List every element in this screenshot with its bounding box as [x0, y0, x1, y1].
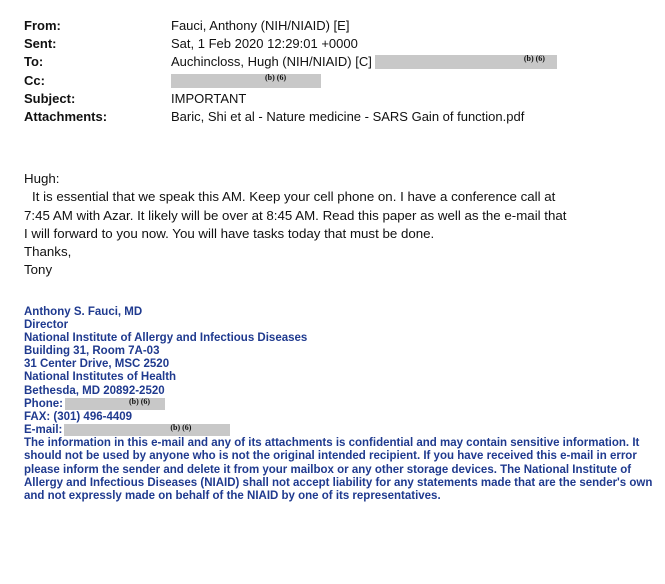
email-redaction-code: (b) (6) [170, 423, 192, 433]
body-line-3: I will forward to you now. You will have… [24, 225, 435, 241]
cc-label: Cc: [24, 72, 45, 88]
sent-row: Sent: Sat, 1 Feb 2020 12:29:01 +0000 [24, 35, 644, 53]
sent-value: Sat, 1 Feb 2020 12:29:01 +0000 [171, 36, 358, 52]
from-label: From: [24, 18, 61, 34]
sig-title: Director [24, 319, 69, 332]
sig-institute: National Institute of Allergy and Infect… [24, 332, 308, 345]
to-row: To: Auchincloss, Hugh (NIH/NIAID) [C] (b… [24, 53, 644, 71]
sig-email-row: E-mail: (b) (6) [24, 423, 654, 437]
cc-redaction-code: (b) (6) [265, 72, 287, 82]
attachments-label: Attachments: [24, 109, 108, 125]
attachments-row: Attachments: Baric, Shi et al - Nature m… [24, 108, 644, 126]
cc-value-wrap: (b) (6) [171, 72, 321, 88]
subject-label: Subject: [24, 90, 76, 106]
from-value: Fauci, Anthony (NIH/NIAID) [E] [171, 18, 350, 34]
to-redaction-code: (b) (6) [523, 54, 545, 64]
closing: Thanks, [24, 244, 72, 260]
cc-row: Cc: (b) (6) [24, 72, 644, 90]
cc-redaction-box: (b) (6) [171, 72, 321, 88]
sig-email-label: E-mail: [24, 423, 63, 436]
sig-org: National Institutes of Health [24, 371, 177, 384]
sig-name: Anthony S. Fauci, MD [24, 306, 143, 318]
from-row: From: Fauci, Anthony (NIH/NIAID) [E] [24, 17, 644, 35]
attachment-link[interactable]: Baric, Shi et al - Nature medicine - SAR… [171, 108, 524, 126]
signoff: Tony [24, 262, 53, 278]
body-line-1: It is essential that we speak this AM. K… [32, 189, 556, 205]
sig-building: Building 31, Room 7A-03 [24, 345, 160, 358]
confidentiality-disclaimer: The information in this e-mail and any o… [24, 436, 653, 503]
sig-phone-row: Phone: (b) (6) [24, 397, 654, 411]
sig-phone-label: Phone: [24, 397, 63, 410]
sig-city: Bethesda, MD 20892-2520 [24, 384, 165, 397]
sig-fax: FAX: (301) 496-4409 [24, 410, 133, 423]
email-body: Hugh: It is essential that we speak this… [24, 170, 654, 280]
phone-redaction-box: (b) (6) [64, 397, 165, 411]
email-document: From: Fauci, Anthony (NIH/NIAID) [E] Sen… [0, 0, 665, 584]
phone-redaction-code: (b) (6) [128, 397, 151, 407]
body-line-2: 7:45 AM with Azar. It likely will be ove… [24, 207, 567, 223]
to-label: To: [24, 54, 44, 70]
email-redaction-box: (b) (6) [64, 423, 231, 437]
email-signature: Anthony S. Fauci, MD Director National I… [24, 306, 654, 503]
sig-street: 31 Center Drive, MSC 2520 [24, 358, 170, 371]
greeting: Hugh: [24, 171, 60, 186]
to-redaction-box: (b) (6) [374, 54, 557, 70]
subject-value: IMPORTANT [171, 90, 247, 106]
to-value-wrap: Auchincloss, Hugh (NIH/NIAID) [C] (b) (6… [171, 53, 557, 71]
email-header: From: Fauci, Anthony (NIH/NIAID) [E] Sen… [24, 17, 644, 126]
sent-label: Sent: [24, 36, 57, 52]
to-value: Auchincloss, Hugh (NIH/NIAID) [C] [171, 54, 372, 70]
subject-row: Subject: IMPORTANT [24, 90, 644, 108]
